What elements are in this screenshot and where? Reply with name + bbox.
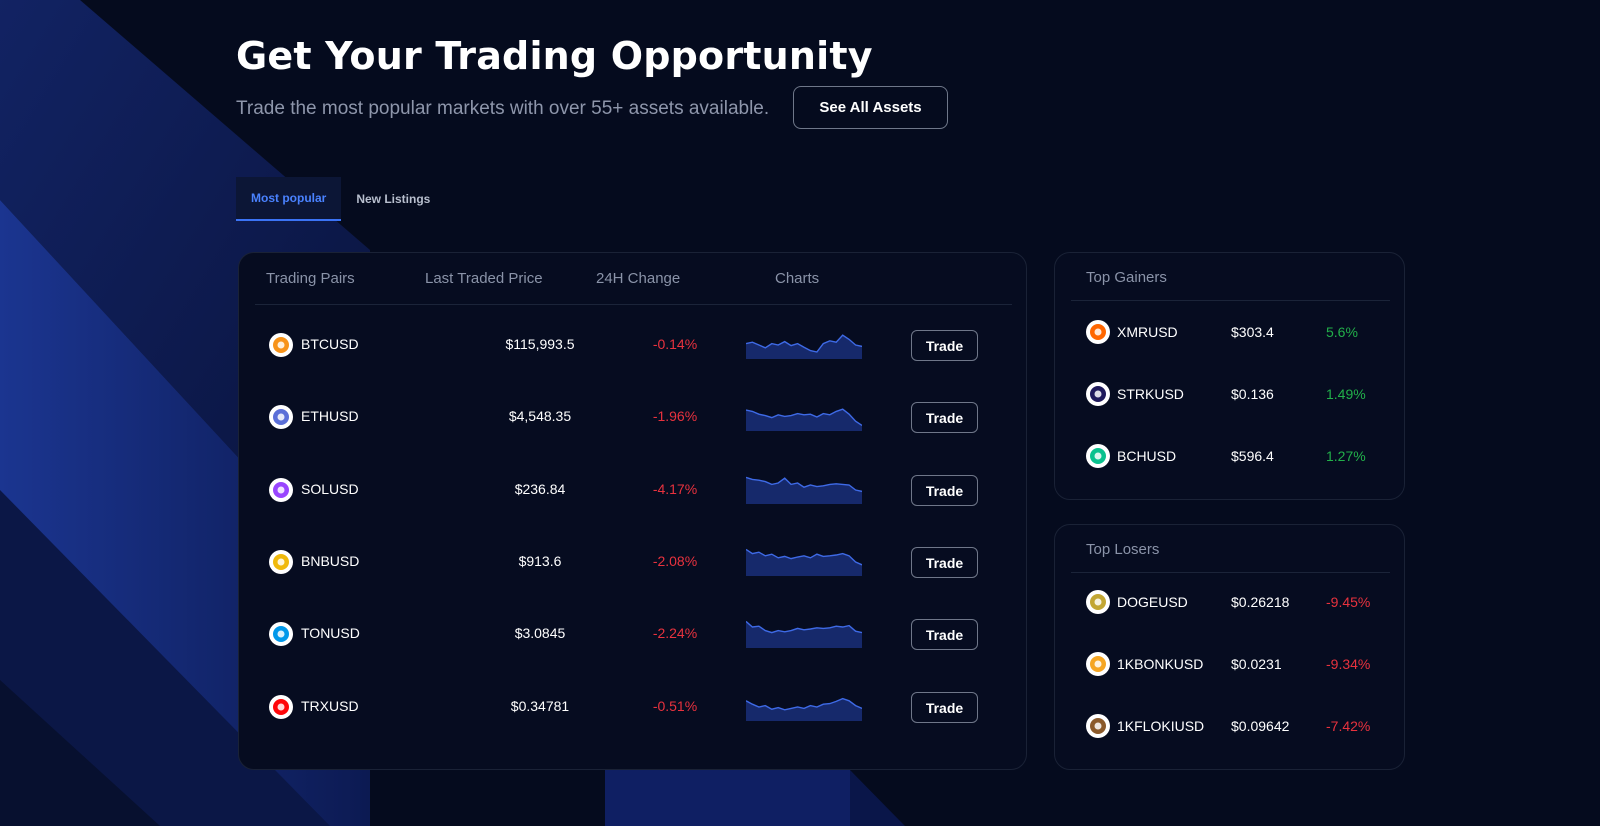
change-24h: -1.96%	[652, 408, 698, 424]
pair-name: SOLUSD	[301, 481, 359, 497]
sparkline-area	[746, 698, 862, 721]
page-title: Get Your Trading Opportunity	[236, 34, 873, 78]
pair-name: STRKUSD	[1117, 386, 1184, 402]
ethereum-icon	[269, 405, 293, 429]
tab-new-listings[interactable]: New Listings	[341, 177, 445, 221]
floki-icon	[1086, 714, 1110, 738]
bnb-icon	[269, 550, 293, 574]
sparkline-chart	[746, 476, 862, 504]
column-header-last-traded-price: Last Traded Price	[425, 270, 543, 287]
trade-button[interactable]: Trade	[911, 330, 978, 361]
table-row: TRXUSD $0.34781 -0.51% Trade	[255, 681, 1012, 733]
list-item[interactable]: DOGEUSD $0.26218 -9.45%	[1086, 589, 1386, 615]
list-item[interactable]: XMRUSD $303.4 5.6%	[1086, 319, 1386, 345]
pair-name: BCHUSD	[1117, 448, 1177, 464]
bonk-icon	[1086, 652, 1110, 676]
markets-table: Trading Pairs Last Traded Price 24H Chan…	[238, 252, 1027, 770]
last-price: $303.4	[1231, 324, 1274, 340]
column-header-trading-pairs: Trading Pairs	[266, 270, 355, 287]
trade-button[interactable]: Trade	[911, 475, 978, 506]
sparkline-chart	[746, 548, 862, 576]
trade-button[interactable]: Trade	[911, 619, 978, 650]
sparkline-area	[746, 621, 862, 648]
pair-name: ETHUSD	[301, 408, 359, 424]
change-24h: 5.6%	[1326, 324, 1358, 340]
list-item[interactable]: BCHUSD $596.4 1.27%	[1086, 443, 1386, 469]
sparkline-area	[746, 409, 862, 431]
sparkline-chart	[746, 408, 862, 431]
change-24h: -0.14%	[652, 336, 698, 352]
list-item[interactable]: STRKUSD $0.136 1.49%	[1086, 381, 1386, 407]
pair-name: 1KBONKUSD	[1117, 656, 1204, 672]
pair-name: TONUSD	[301, 625, 360, 641]
table-row: BNBUSD $913.6 -2.08% Trade	[255, 536, 1012, 588]
market-tabs: Most popular New Listings	[236, 177, 445, 221]
change-24h: -9.34%	[1326, 656, 1371, 672]
list-item[interactable]: 1KFLOKIUSD $0.09642 -7.42%	[1086, 713, 1386, 739]
page-subtitle: Trade the most popular markets with over…	[236, 98, 770, 119]
tab-most-popular[interactable]: Most popular	[236, 177, 342, 221]
toncoin-icon	[269, 622, 293, 646]
last-price: $0.26218	[1231, 594, 1290, 610]
list-item[interactable]: 1KBONKUSD $0.0231 -9.34%	[1086, 651, 1386, 677]
change-24h: -4.17%	[652, 481, 698, 497]
divider	[1071, 572, 1390, 573]
tron-icon	[269, 695, 293, 719]
bitcoin-icon	[269, 333, 293, 357]
table-row: ETHUSD $4,548.35 -1.96% Trade	[255, 391, 1012, 443]
table-row: SOLUSD $236.84 -4.17% Trade	[255, 464, 1012, 516]
sparkline-area	[746, 549, 862, 576]
divider	[1071, 300, 1390, 301]
change-24h: -7.42%	[1326, 718, 1371, 734]
table-row: BTCUSD $115,993.5 -0.14% Trade	[255, 319, 1012, 371]
pair-name: DOGEUSD	[1117, 594, 1188, 610]
sparkline-chart	[746, 334, 862, 359]
pair-name: TRXUSD	[301, 698, 359, 714]
see-all-assets-button[interactable]: See All Assets	[793, 86, 948, 129]
dogecoin-icon	[1086, 590, 1110, 614]
change-24h: -9.45%	[1326, 594, 1371, 610]
starknet-icon	[1086, 382, 1110, 406]
trade-button[interactable]: Trade	[911, 692, 978, 723]
last-price: $0.09642	[1231, 718, 1290, 734]
sparkline-chart	[746, 620, 862, 648]
monero-icon	[1086, 320, 1110, 344]
bitcoin-cash-icon	[1086, 444, 1110, 468]
change-24h: 1.27%	[1326, 448, 1366, 464]
solana-icon	[269, 478, 293, 502]
trade-button[interactable]: Trade	[911, 547, 978, 578]
pair-name: BNBUSD	[301, 553, 360, 569]
column-header-charts: Charts	[775, 270, 820, 287]
pair-name: XMRUSD	[1117, 324, 1178, 340]
last-price: $0.0231	[1231, 656, 1282, 672]
change-24h: -2.08%	[652, 553, 698, 569]
pair-name: BTCUSD	[301, 336, 359, 352]
trade-button[interactable]: Trade	[911, 402, 978, 433]
sparkline-chart	[746, 697, 862, 721]
change-24h: 1.49%	[1326, 386, 1366, 402]
top-gainers-title: Top Gainers	[1086, 269, 1167, 286]
last-price: $0.136	[1231, 386, 1274, 402]
top-gainers-panel: Top Gainers XMRUSD $303.4 5.6% STRKUSD $0.13…	[1054, 252, 1405, 500]
column-header-24h-change: 24H Change	[596, 270, 681, 287]
top-losers-panel: Top Losers DOGEUSD $0.26218 -9.45% 1KBONKUS…	[1054, 524, 1405, 770]
top-losers-title: Top Losers	[1086, 541, 1160, 558]
change-24h: -2.24%	[652, 625, 698, 641]
table-header: Trading Pairs Last Traded Price 24H Chan…	[255, 253, 1012, 305]
table-row: TONUSD $3.0845 -2.24% Trade	[255, 608, 1012, 660]
pair-name: 1KFLOKIUSD	[1117, 718, 1205, 734]
change-24h: -0.51%	[652, 698, 698, 714]
last-price: $596.4	[1231, 448, 1274, 464]
